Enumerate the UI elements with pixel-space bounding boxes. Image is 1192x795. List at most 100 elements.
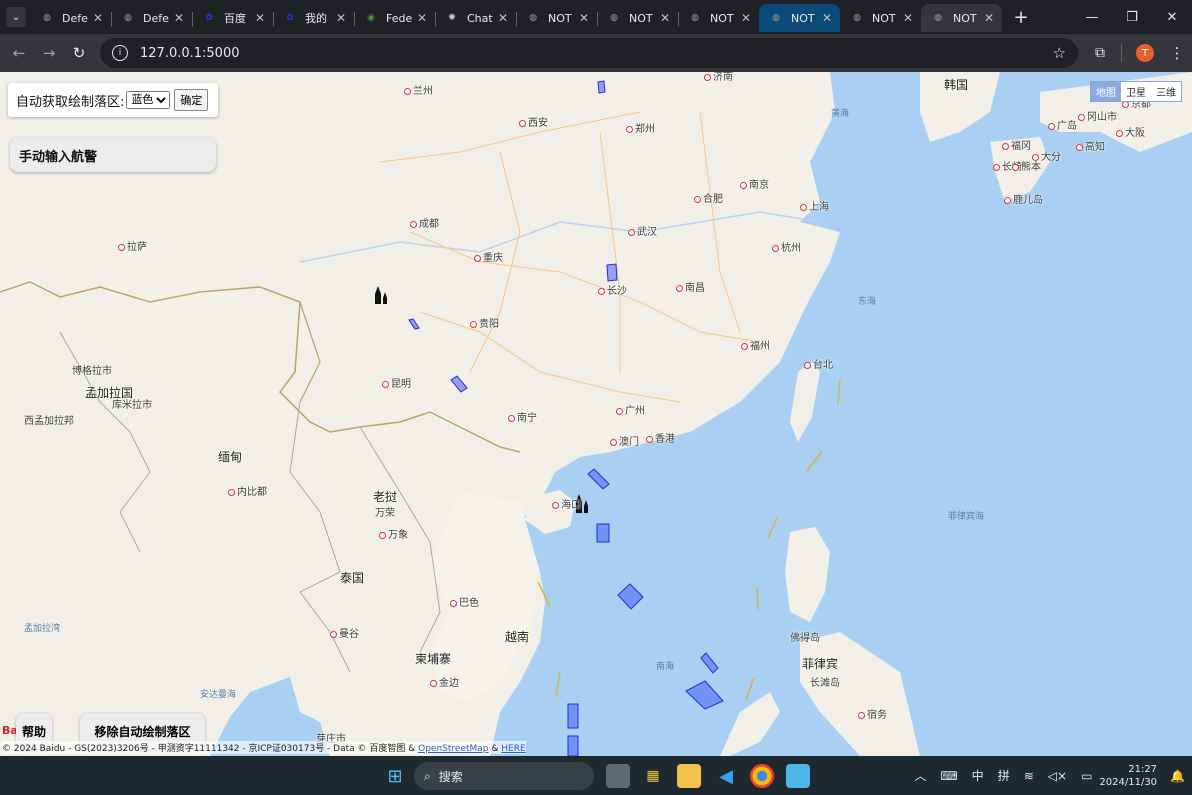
tab-close-icon[interactable]: ✕ xyxy=(172,11,186,25)
restore-button[interactable]: ❐ xyxy=(1112,0,1152,34)
vscode-icon[interactable]: ◀ xyxy=(714,764,738,788)
map-type-3d[interactable]: 三维 xyxy=(1151,82,1181,101)
back-button[interactable]: ← xyxy=(4,38,34,68)
tab-close-icon[interactable]: ✕ xyxy=(496,11,510,25)
tab-title: Defe xyxy=(62,11,88,25)
taskbar-search-placeholder: 搜索 xyxy=(438,769,463,784)
profile-avatar[interactable]: T xyxy=(1136,44,1154,62)
map-type-standard[interactable]: 地图 xyxy=(1091,82,1121,101)
minimize-button[interactable]: — xyxy=(1072,0,1112,34)
map-type-satellite[interactable]: 卫星 xyxy=(1121,82,1151,101)
ime-mode[interactable]: 中 xyxy=(972,767,984,784)
map-canvas[interactable]: 兰州 西安 郑州 济南 韩国 黄海 南京 合肥 上海 成都 武汉 杭州 拉萨 重庆 长沙 南昌 东海 贵阳 福州 台北… xyxy=(0,72,1192,756)
tab-close-icon[interactable]: ✕ xyxy=(820,11,834,25)
reload-button[interactable]: ↻ xyxy=(64,38,94,68)
map-label-city: 成都 xyxy=(410,215,439,230)
map-label-city: 郑州 xyxy=(626,120,655,135)
browser-tab[interactable]: ◍ Defe ✕ xyxy=(30,4,112,32)
tab-strip: ⌄ ◍ Defe ✕ ◍ Defe ✕ ✿ 百度 ✕ ✿ 我的 ✕ ◉ Fede ✕ ✺ Chat ✕ ◍ NOT ✕ ◍… xyxy=(0,0,1192,34)
browser-tab[interactable]: ◍ NOT ✕ xyxy=(516,4,598,32)
taskbar-clock[interactable]: 21:27 2024/11/30 xyxy=(1099,763,1157,789)
tab-close-icon[interactable]: ✕ xyxy=(577,11,591,25)
ime-pinyin[interactable]: 拼 xyxy=(998,767,1010,784)
taskbar-search[interactable]: ⌕ 搜索 xyxy=(414,762,594,790)
browser-menu-icon[interactable]: ⋮ xyxy=(1162,44,1192,62)
extensions-icon[interactable]: ⧉ xyxy=(1085,45,1115,61)
map-label-sea: 菲律宾海 xyxy=(948,512,985,522)
tab-title: 我的 xyxy=(305,12,327,25)
manual-notam-button[interactable]: 手动输入航警 xyxy=(10,138,216,172)
address-bar[interactable]: i 127.0.0.1:5000 ☆ xyxy=(100,38,1078,68)
forward-button[interactable]: → xyxy=(34,38,64,68)
file-explorer-icon[interactable] xyxy=(677,764,701,788)
map-label-sea: 南海 xyxy=(656,662,675,672)
globe-icon: ◍ xyxy=(43,13,51,23)
keyboard-icon[interactable]: ⌨ xyxy=(940,769,957,783)
map-label-city: 南宁 xyxy=(508,409,537,424)
tab-close-icon[interactable]: ✕ xyxy=(253,11,267,25)
windows-start-icon[interactable]: ⊞ xyxy=(383,764,407,788)
browser-tab[interactable]: ✿ 百度 ✕ xyxy=(192,4,274,32)
tray-overflow-icon[interactable]: ︿ xyxy=(914,767,926,784)
browser-tab[interactable]: ◉ Fede ✕ xyxy=(354,4,436,32)
new-tab-button[interactable]: + xyxy=(1008,7,1034,28)
map-label-sea: 东海 xyxy=(858,297,877,307)
tab-title: NOT xyxy=(710,11,734,25)
tab-close-icon[interactable]: ✕ xyxy=(901,11,915,25)
toolbar-divider xyxy=(1121,44,1122,62)
browser-tab[interactable]: ✿ 我的 ✕ xyxy=(273,4,355,32)
map-label-city: 济南 xyxy=(704,72,733,83)
map-label-city: 南昌 xyxy=(676,279,705,294)
close-window-button[interactable]: ✕ xyxy=(1152,0,1192,34)
wifi-icon[interactable]: ≋ xyxy=(1024,769,1034,783)
tab-close-icon[interactable]: ✕ xyxy=(739,11,753,25)
map-label-city: 重庆 xyxy=(474,249,503,264)
color-select[interactable]: 蓝色 xyxy=(126,91,171,109)
tab-title: NOT xyxy=(872,11,896,25)
browser-tab[interactable]: ◍ NOT ✕ xyxy=(759,4,840,32)
openstreetmap-link[interactable]: OpenStreetMap xyxy=(418,744,488,754)
browser-tab[interactable]: ◍ Defe ✕ xyxy=(111,4,193,32)
browser-tab[interactable]: ◍ NOT ✕ xyxy=(597,4,679,32)
browser-tab[interactable]: ◍ NOT ✕ xyxy=(921,4,1002,32)
openai-icon: ✺ xyxy=(448,13,456,23)
map-label-country: 泰国 xyxy=(340,571,365,585)
baidu-icon: ✿ xyxy=(205,13,213,23)
map-label-sea: 孟加拉湾 xyxy=(24,624,61,634)
map-label-region: 博格拉市 xyxy=(72,366,112,377)
notepad-icon[interactable] xyxy=(786,764,810,788)
store-icon[interactable]: ▦ xyxy=(641,764,665,788)
globe-icon: ◍ xyxy=(772,13,780,23)
url-text[interactable]: 127.0.0.1:5000 xyxy=(140,46,240,61)
volume-icon[interactable]: ◁× xyxy=(1048,769,1067,783)
notification-bell-icon[interactable]: 🔔 xyxy=(1170,769,1185,783)
task-view-icon[interactable] xyxy=(606,764,630,788)
map-label-region: 库米拉市 xyxy=(112,400,152,411)
map-label-city: 广州 xyxy=(616,402,645,417)
site-info-icon[interactable]: i xyxy=(112,45,128,61)
tab-close-icon[interactable]: ✕ xyxy=(658,11,672,25)
map-label-city: 拉萨 xyxy=(118,238,147,253)
map-label-country: 老挝 xyxy=(373,490,398,504)
map-label-city: 海口 xyxy=(552,496,581,511)
map-label-city: 上海 xyxy=(800,198,829,213)
map-label-city: 曼谷 xyxy=(330,625,359,640)
battery-icon[interactable]: ▭ xyxy=(1081,769,1092,783)
bookmark-star-icon[interactable]: ☆ xyxy=(1053,44,1066,62)
map-label-city: 长沙 xyxy=(598,282,627,297)
copyright-text: © 2024 Baidu - GS(2023)3206号 - 甲测资字11111… xyxy=(2,744,419,754)
baidu-icon: ✿ xyxy=(286,13,294,23)
chrome-icon[interactable] xyxy=(750,764,774,788)
tab-close-icon[interactable]: ✕ xyxy=(334,11,348,25)
here-link[interactable]: HERE xyxy=(501,744,525,754)
confirm-button[interactable]: 确定 xyxy=(174,89,209,111)
tab-search-button[interactable]: ⌄ xyxy=(6,7,26,27)
map-label-city: 香港 xyxy=(646,430,675,445)
map-label-region: 万荣 xyxy=(375,508,395,519)
tab-close-icon[interactable]: ✕ xyxy=(91,11,105,25)
tab-close-icon[interactable]: ✕ xyxy=(415,11,429,25)
browser-tab[interactable]: ✺ Chat ✕ xyxy=(435,4,517,32)
browser-tab[interactable]: ◍ NOT ✕ xyxy=(678,4,760,32)
browser-tab[interactable]: ◍ NOT ✕ xyxy=(840,4,922,32)
tab-close-icon[interactable]: ✕ xyxy=(982,11,996,25)
